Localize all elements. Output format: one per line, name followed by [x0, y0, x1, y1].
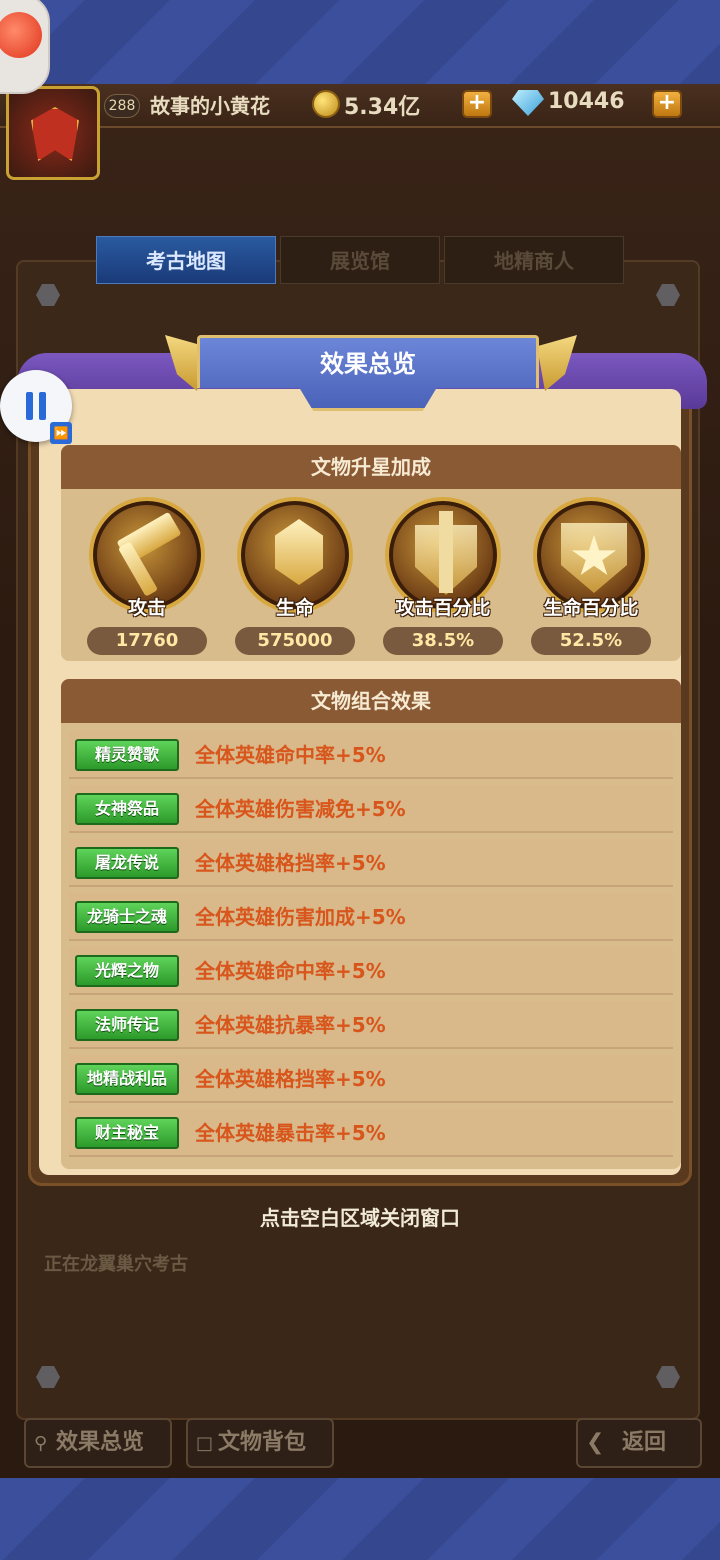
list-item: 法师传记 全体英雄抗暴率+5% — [69, 1001, 673, 1049]
stat-label: 生命 — [275, 597, 314, 619]
helmet-emblem-icon — [31, 107, 79, 161]
outer-frame-top — [0, 0, 720, 84]
diamond-icon — [512, 90, 544, 116]
combo-effect: 全体英雄命中率+5% — [195, 959, 386, 983]
combo-effect: 全体英雄伤害减免+5% — [195, 797, 406, 821]
game-view: 288 故事的小黄花 5.34亿 + 10446 + 考古地图 展览馆 地精商人… — [0, 84, 720, 1478]
bolt-icon — [656, 1366, 680, 1388]
player-avatar[interactable] — [6, 86, 100, 180]
stat-health: 生命 575000 — [233, 497, 357, 657]
list-item: 精灵赞歌 全体英雄命中率+5% — [69, 731, 673, 779]
list-item: 地精战利品 全体英雄格挡率+5% — [69, 1055, 673, 1103]
stat-value: 17760 — [87, 627, 207, 655]
combo-effect-title: 文物组合效果 — [61, 679, 681, 723]
stat-label: 生命百分比 — [543, 597, 639, 619]
gold-coin-icon — [312, 90, 340, 118]
floating-app-badge[interactable] — [0, 0, 50, 94]
stat-value: 38.5% — [383, 627, 503, 655]
tab-exhibition-hall[interactable]: 展览馆 — [280, 236, 440, 284]
star-upgrade-section: 文物升星加成 攻击 17760 生命 575000 攻击百分比 38.5% 生命… — [61, 445, 681, 661]
pause-icon — [39, 392, 46, 420]
back-button[interactable]: ❮ 返回 — [576, 1418, 702, 1468]
combo-tag: 龙骑士之魂 — [75, 901, 179, 933]
star-upgrade-title: 文物升星加成 — [61, 445, 681, 489]
relic-bag-button[interactable]: □ 文物背包 — [186, 1418, 334, 1468]
combo-tag: 法师传记 — [75, 1009, 179, 1041]
dialog-body: 文物升星加成 攻击 17760 生命 575000 攻击百分比 38.5% 生命… — [39, 389, 681, 1175]
outer-frame-bottom — [0, 1478, 720, 1560]
combo-effect: 全体英雄格挡率+5% — [195, 851, 386, 875]
effect-overview-label: 效果总览 — [56, 1430, 145, 1455]
bolt-icon — [36, 1366, 60, 1388]
list-item: 财主秘宝 全体英雄暴击率+5% — [69, 1109, 673, 1157]
relic-bag-label: 文物背包 — [218, 1430, 307, 1455]
gem-amount: 10446 — [548, 89, 625, 114]
list-item: 屠龙传说 全体英雄格挡率+5% — [69, 839, 673, 887]
stat-attack: 攻击 17760 — [85, 497, 209, 657]
combo-effect: 全体英雄抗暴率+5% — [195, 1013, 386, 1037]
add-gold-button[interactable]: + — [462, 90, 492, 118]
effect-overview-dialog: 文物升星加成 攻击 17760 生命 575000 攻击百分比 38.5% 生命… — [17, 335, 707, 1186]
dialog-title: 效果总览 — [320, 350, 416, 378]
combo-tag: 地精战利品 — [75, 1063, 179, 1095]
stat-value: 575000 — [235, 627, 355, 655]
list-item: 龙骑士之魂 全体英雄伤害加成+5% — [69, 893, 673, 941]
list-item: 光辉之物 全体英雄命中率+5% — [69, 947, 673, 995]
bolt-icon — [656, 284, 680, 306]
tab-goblin-merchant[interactable]: 地精商人 — [444, 236, 624, 284]
player-level: 288 — [104, 94, 140, 118]
back-arrow-icon: ❮ — [586, 1430, 605, 1455]
pause-icon — [26, 392, 33, 420]
combo-tag: 女神祭品 — [75, 793, 179, 825]
combo-effect: 全体英雄伤害加成+5% — [195, 905, 406, 929]
stat-health-percent: 生命百分比 52.5% — [529, 497, 653, 657]
gold-amount: 5.34亿 — [344, 95, 421, 120]
back-label: 返回 — [622, 1430, 667, 1455]
close-hint: 点击空白区域关闭窗口 — [260, 1206, 460, 1230]
bolt-icon — [36, 284, 60, 306]
combo-effect-section: 文物组合效果 精灵赞歌 全体英雄命中率+5% 女神祭品 全体英雄伤害减免+5% … — [61, 679, 681, 1169]
combo-effect: 全体英雄暴击率+5% — [195, 1121, 386, 1145]
top-bar: 288 故事的小黄花 5.34亿 + 10446 + — [0, 84, 720, 128]
combo-effect: 全体英雄格挡率+5% — [195, 1067, 386, 1091]
tab-bar: 考古地图 展览馆 地精商人 — [96, 236, 626, 284]
list-item: 女神祭品 全体英雄伤害减免+5% — [69, 785, 673, 833]
fast-forward-button[interactable]: ⏩ — [50, 422, 72, 444]
effect-overview-button[interactable]: ⚲ 效果总览 — [24, 1418, 172, 1468]
tab-archaeology-map[interactable]: 考古地图 — [96, 236, 276, 284]
stat-attack-percent: 攻击百分比 38.5% — [381, 497, 505, 657]
bag-icon: □ — [196, 1433, 214, 1454]
archaeology-status: 正在龙翼巢穴考古 — [44, 1254, 188, 1275]
player-name: 故事的小黄花 — [150, 94, 270, 118]
search-icon: ⚲ — [34, 1433, 48, 1454]
stat-label: 攻击 — [127, 597, 166, 619]
combo-tag: 财主秘宝 — [75, 1117, 179, 1149]
combo-tag: 光辉之物 — [75, 955, 179, 987]
app-logo-icon — [0, 12, 42, 58]
combo-tag: 精灵赞歌 — [75, 739, 179, 771]
combo-tag: 屠龙传说 — [75, 847, 179, 879]
combo-effect: 全体英雄命中率+5% — [195, 743, 386, 767]
add-gems-button[interactable]: + — [652, 90, 682, 118]
stat-label: 攻击百分比 — [395, 597, 491, 619]
stat-value: 52.5% — [531, 627, 651, 655]
